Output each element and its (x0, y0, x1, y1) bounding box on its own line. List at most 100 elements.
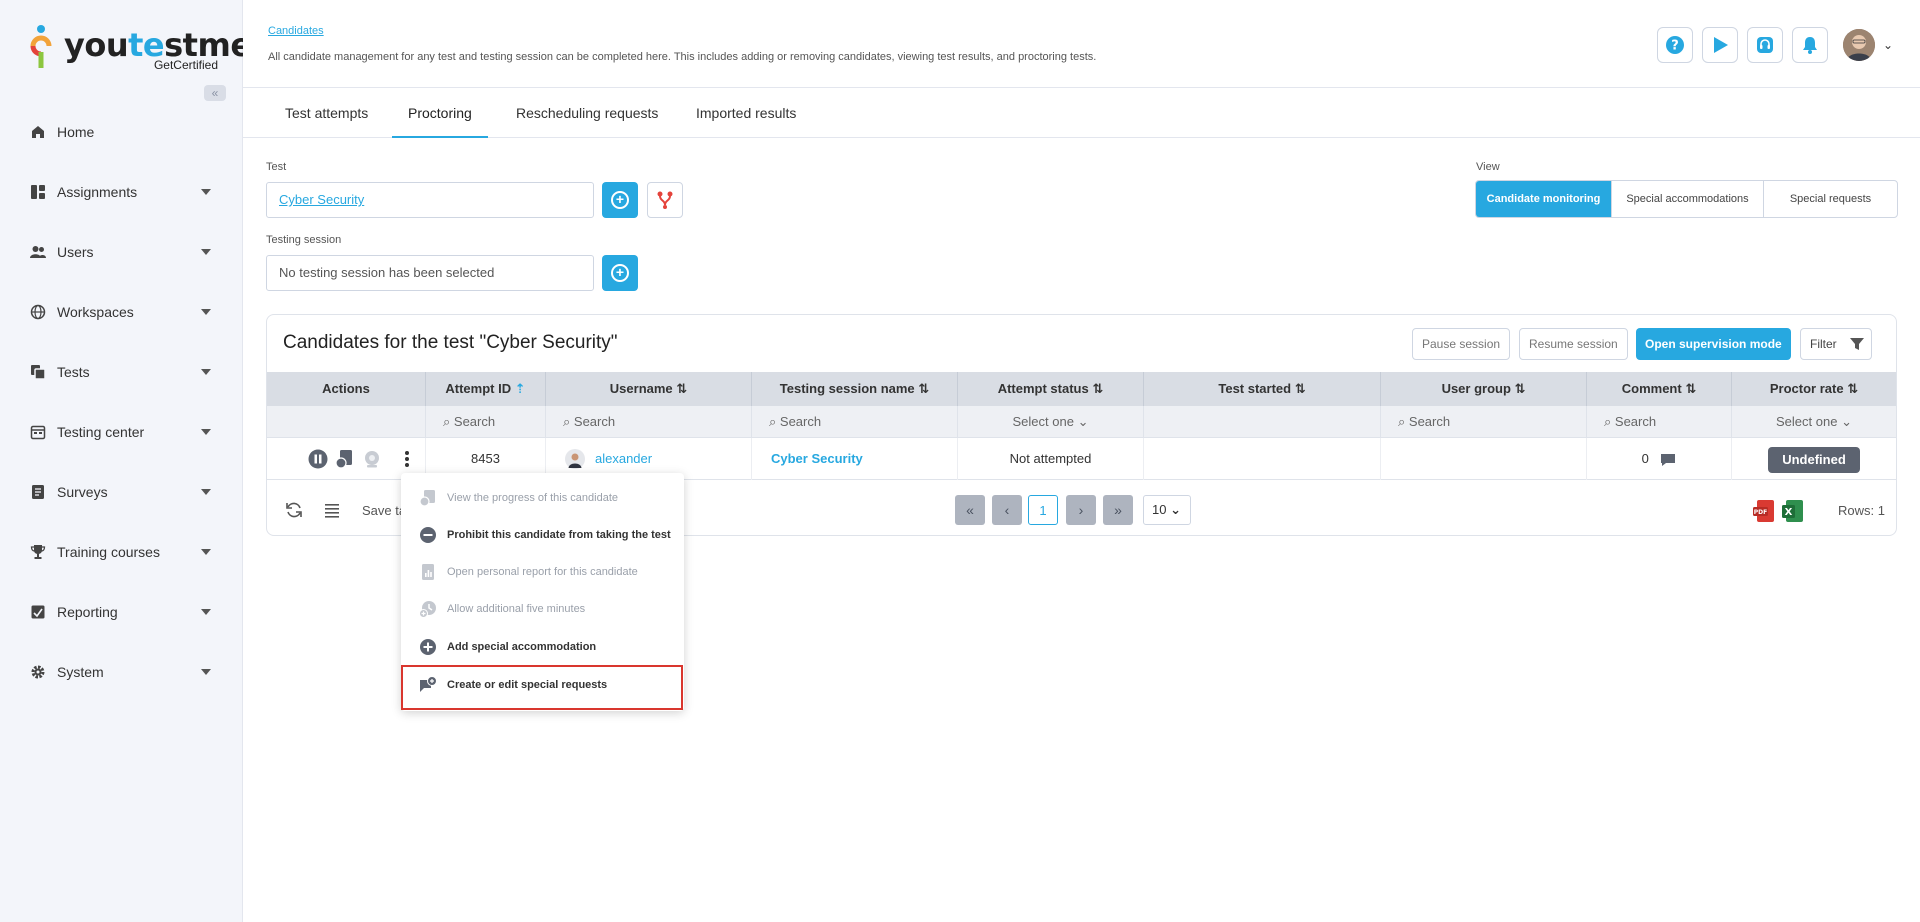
tab-bar: Test attempts Proctoring Rescheduling re… (243, 88, 1920, 138)
select-session-button[interactable]: + (602, 255, 638, 291)
play-tutorial-button[interactable] (1702, 27, 1738, 63)
search-icon: ⌕ (1604, 414, 1612, 429)
save-table-button[interactable]: Save ta (362, 503, 406, 518)
more-vertical-icon[interactable] (403, 449, 411, 469)
sidebar-item-testing-center[interactable]: Testing center (0, 412, 243, 452)
comment-cell[interactable]: 0 (1587, 438, 1732, 480)
column-username[interactable]: Username ⇅ (546, 372, 752, 406)
testing-session-label: Testing session (266, 234, 342, 246)
view-special-requests[interactable]: Special requests (1763, 181, 1897, 217)
pause-icon[interactable] (308, 449, 328, 469)
tab-imported-results[interactable]: Imported results (680, 88, 812, 138)
previous-page-button[interactable]: ‹ (992, 495, 1022, 525)
sidebar-item-training-courses[interactable]: Training courses (0, 532, 243, 572)
tab-rescheduling-requests[interactable]: Rescheduling requests (500, 88, 674, 138)
column-user-group[interactable]: User group ⇅ (1381, 372, 1587, 406)
column-attempt-id[interactable]: Attempt ID ⇡ (426, 372, 546, 406)
progress-icon (419, 489, 437, 507)
last-page-button[interactable]: » (1103, 495, 1133, 525)
sidebar-item-tests[interactable]: Tests (0, 352, 243, 392)
proctor-rate-badge[interactable]: Undefined (1768, 446, 1860, 473)
session-search-input[interactable]: ⌕ Search (752, 406, 958, 438)
next-page-button[interactable]: › (1066, 495, 1096, 525)
comment-count: 0 (1641, 451, 1649, 466)
filter-button[interactable]: Filter (1800, 328, 1872, 360)
tab-proctoring[interactable]: Proctoring (392, 88, 488, 138)
breadcrumb[interactable]: Candidates (268, 25, 324, 37)
user-group-search-input[interactable]: ⌕ Search (1381, 406, 1587, 438)
sidebar-item-label: Tests (57, 364, 90, 380)
home-icon (30, 124, 46, 140)
pause-session-button[interactable]: Pause session (1412, 328, 1511, 360)
fork-icon (657, 191, 673, 209)
current-page-button[interactable]: 1 (1028, 495, 1058, 525)
highlight-box (401, 665, 683, 710)
attempt-id-search-input[interactable]: ⌕ Search (426, 406, 546, 438)
sidebar-item-home[interactable]: Home (0, 112, 243, 152)
minus-circle-icon (419, 526, 437, 544)
columns-menu-icon[interactable] (323, 501, 341, 519)
first-page-button[interactable]: « (955, 495, 985, 525)
pdf-export-icon[interactable]: PDF (1753, 499, 1777, 523)
sidebar-item-system[interactable]: System (0, 652, 243, 692)
sidebar-item-label: Reporting (57, 604, 118, 620)
menu-item-allow-five-minutes[interactable]: Allow additional five minutes (401, 590, 684, 627)
avatar (565, 449, 585, 469)
chevron-down-icon: ⌄ (1170, 502, 1181, 517)
support-button[interactable] (1747, 27, 1783, 63)
notifications-button[interactable] (1792, 27, 1828, 63)
help-icon: ? (1666, 36, 1684, 54)
username-search-input[interactable]: ⌕ Search (546, 406, 752, 438)
view-candidate-monitoring[interactable]: Candidate monitoring (1476, 181, 1611, 217)
test-started-cell (1144, 438, 1381, 480)
menu-item-add-special-accommodation[interactable]: Add special accommodation (401, 628, 684, 665)
excel-export-icon[interactable]: X (1782, 499, 1806, 523)
menu-item-prohibit-candidate[interactable]: Prohibit this candidate from taking the … (401, 516, 684, 553)
column-test-started[interactable]: Test started ⇅ (1144, 372, 1381, 406)
column-attempt-status[interactable]: Attempt status ⇅ (958, 372, 1144, 406)
globe-icon (30, 304, 46, 320)
select-test-button[interactable]: + (602, 182, 638, 218)
menu-item-view-progress[interactable]: View the progress of this candidate (401, 479, 684, 516)
column-proctor-rate[interactable]: Proctor rate ⇅ (1732, 372, 1896, 406)
sidebar-item-workspaces[interactable]: Workspaces (0, 292, 243, 332)
search-icon: ⌕ (1398, 414, 1406, 429)
logo-mark-icon (30, 25, 52, 68)
refresh-icon[interactable] (284, 500, 304, 520)
progress-icon[interactable] (335, 449, 355, 469)
chevron-down-icon[interactable]: ⌄ (1883, 38, 1893, 52)
card-title: Candidates for the test "Cyber Security" (283, 332, 618, 353)
proctor-rate-select[interactable]: Select one ⌄ (1732, 406, 1896, 438)
menu-item-open-personal-report[interactable]: Open personal report for this candidate (401, 553, 684, 590)
column-comment[interactable]: Comment ⇅ (1587, 372, 1732, 406)
test-field[interactable]: Cyber Security (266, 182, 594, 218)
attempt-status-select[interactable]: Select one ⌄ (958, 406, 1144, 438)
sidebar-item-assignments[interactable]: Assignments (0, 172, 243, 212)
sidebar-item-surveys[interactable]: Surveys (0, 472, 243, 512)
logo[interactable]: youtestme GetCertified (30, 22, 252, 74)
view-special-accommodations[interactable]: Special accommodations (1611, 181, 1763, 217)
sort-icon: ⇅ (676, 381, 688, 396)
sidebar-item-reporting[interactable]: Reporting (0, 592, 243, 632)
sort-icon: ⇅ (1294, 381, 1306, 396)
page-size-select[interactable]: 10 ⌄ (1143, 495, 1191, 525)
help-button[interactable]: ? (1657, 27, 1693, 63)
page-description: All candidate management for any test an… (268, 51, 1097, 63)
sidebar-item-users[interactable]: Users (0, 232, 243, 272)
chevron-down-icon (201, 549, 211, 555)
tab-test-attempts[interactable]: Test attempts (269, 88, 384, 138)
column-testing-session-name[interactable]: Testing session name ⇅ (752, 372, 958, 406)
session-link[interactable]: Cyber Security (752, 438, 958, 480)
avatar[interactable] (1843, 29, 1875, 61)
bell-icon (1803, 37, 1817, 54)
play-icon (1714, 37, 1728, 53)
collapse-sidebar-button[interactable]: « (204, 85, 226, 101)
sort-icon: ⇅ (918, 381, 930, 396)
open-supervision-mode-button[interactable]: Open supervision mode (1636, 328, 1791, 360)
search-icon: ⌕ (769, 414, 777, 429)
test-structure-button[interactable] (647, 182, 683, 218)
resume-session-button[interactable]: Resume session (1519, 328, 1628, 360)
search-icon: ⌕ (563, 414, 571, 429)
comment-search-input[interactable]: ⌕ Search (1587, 406, 1732, 438)
testing-session-field[interactable]: No testing session has been selected (266, 255, 594, 291)
